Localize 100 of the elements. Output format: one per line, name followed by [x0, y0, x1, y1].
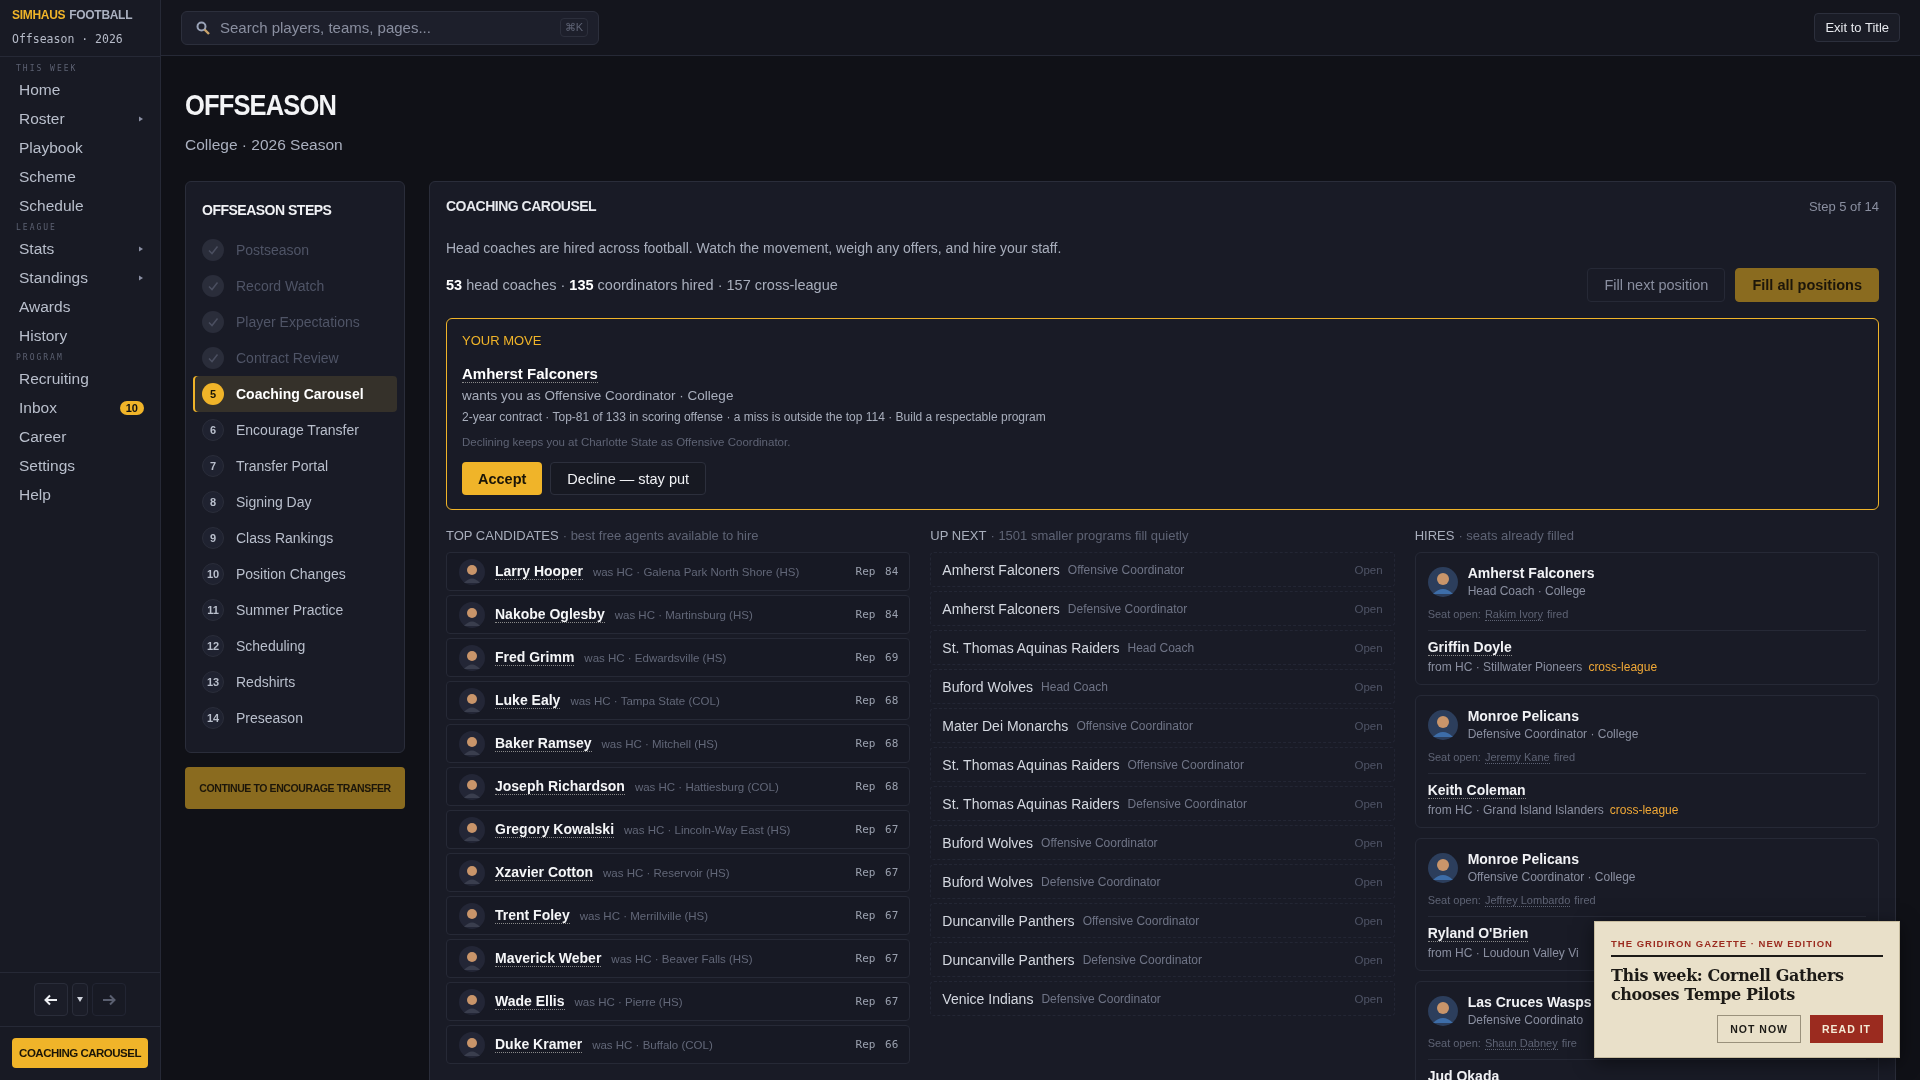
step-item[interactable]: 14 Preseason [193, 700, 397, 736]
candidate-row[interactable]: Duke Kramer was HC · Buffalo (COL) Rep 66 [446, 1025, 911, 1064]
nav-item[interactable]: Recruiting [0, 364, 160, 393]
status-text: Open [1354, 875, 1383, 888]
caret-down-icon [77, 997, 83, 1002]
search-input[interactable]: Search players, teams, pages... [218, 18, 552, 37]
description-text: Head coaches are hired across football. Watch the movement, weigh any offers, and hire your staff. [446, 240, 1063, 256]
accept-button[interactable]: Accept [462, 462, 543, 495]
candidate-row[interactable]: Larry Hooper was HC · Galena Park North Shore (HS) Rep 84 [446, 552, 911, 591]
candidate-row[interactable]: Luke Ealy was HC · Tampa State (COL) Rep 68 [446, 681, 911, 720]
coach-name-link[interactable]: Fred Grimm [495, 649, 575, 666]
coach-name-link[interactable]: Keith Coleman [1427, 782, 1526, 799]
step-item[interactable]: 6 Encourage Transfer [193, 412, 397, 448]
nav-item[interactable]: Inbox 10 [0, 393, 160, 422]
coach-name-link[interactable]: Nakobe Oglesby [495, 606, 605, 623]
exit-button[interactable]: Exit to Title [1814, 13, 1900, 42]
search-icon [196, 20, 210, 35]
fill-button[interactable]: Fill next position [1587, 268, 1726, 302]
section-label: YOUR MOVE [462, 333, 542, 348]
team-name: St. Thomas Aquinas Raiders [942, 795, 1120, 812]
status-text: Open [1354, 992, 1383, 1005]
candidate-row[interactable]: Maverick Weber was HC · Beaver Falls (HS) Rep 67 [446, 939, 911, 978]
reputation-value: Rep 67 [855, 823, 899, 836]
history-dropdown-button[interactable] [72, 983, 88, 1016]
avatar-icon [459, 558, 485, 585]
current-page-button[interactable]: COACHING CAROUSEL [12, 1038, 148, 1068]
nav-item[interactable]: Standings [0, 263, 160, 292]
card-title: COACHING CAROUSEL [446, 198, 597, 214]
status-text: Open [1354, 797, 1383, 810]
coach-name-link[interactable]: Joseph Richardson [495, 778, 625, 795]
position-name: Defensive Coordinator [1127, 796, 1247, 811]
coach-name-link[interactable]: Larry Hooper [495, 563, 583, 580]
reputation-value: Rep 66 [855, 1038, 899, 1051]
step-item[interactable]: 11 Summer Practice [193, 592, 397, 628]
coach-name-link[interactable]: Maverick Weber [495, 950, 602, 967]
nav-item[interactable]: Home [0, 75, 160, 104]
team-name: St. Thomas Aquinas Raiders [942, 639, 1120, 656]
reputation-value: Rep 68 [855, 780, 899, 793]
team-name: Buford Wolves [942, 678, 1034, 695]
status-text: Open [1354, 719, 1383, 732]
coach-name-link[interactable]: Duke Kramer [495, 1036, 583, 1053]
step-number: 6 [202, 419, 224, 441]
candidate-row[interactable]: Wade Ellis was HC · Pierre (HS) Rep 67 [446, 982, 911, 1021]
continue-button[interactable]: CONTINUE TO ENCOURAGE TRANSFER [185, 767, 405, 809]
dismiss-button[interactable]: NOT NOW [1717, 1015, 1801, 1043]
nav-item[interactable]: Settings [0, 451, 160, 480]
step-item[interactable]: 5 Coaching Carousel [193, 376, 397, 412]
candidate-row[interactable]: Joseph Richardson was HC · Hattiesburg (COL) Rep 68 [446, 767, 911, 806]
step-item[interactable]: 8 Signing Day [193, 484, 397, 520]
team-name: Buford Wolves [942, 873, 1034, 890]
nav-item[interactable]: History [0, 321, 160, 350]
nav-item[interactable]: Schedule [0, 191, 160, 220]
nav-item[interactable]: Help [0, 480, 160, 509]
avatar-icon [459, 687, 485, 714]
candidate-row[interactable]: Gregory Kowalski was HC · Lincoln-Way East (HS) Rep 67 [446, 810, 911, 849]
nav-item[interactable]: Roster [0, 104, 160, 133]
coach-name-link[interactable]: Baker Ramsey [495, 735, 592, 752]
coach-name-link[interactable]: Trent Foley [495, 907, 570, 924]
coach-name-link[interactable]: Xzavier Cotton [495, 864, 593, 881]
avatar-icon [459, 902, 485, 929]
coach-name-link[interactable]: Ryland O'Brien [1427, 925, 1529, 942]
nav-item[interactable]: Stats [0, 234, 160, 263]
seat-status: fired [1546, 608, 1569, 621]
position-name: Defensive Coordinator [1041, 874, 1161, 889]
candidate-row[interactable]: Nakobe Oglesby was HC · Martinsburg (HS) Rep 84 [446, 595, 911, 634]
avatar-icon [459, 1031, 485, 1058]
nav-item[interactable]: Career [0, 422, 160, 451]
nav-section-label: LEAGUE [15, 222, 58, 234]
coach-name-link[interactable]: Gregory Kowalski [495, 821, 615, 838]
decline-button[interactable]: Decline — stay put [550, 462, 707, 495]
popup-kicker: THE GRIDIRON GAZETTE · NEW EDITION [1611, 938, 1883, 958]
nav-item[interactable]: Scheme [0, 162, 160, 191]
nav-item[interactable]: Playbook [0, 133, 160, 162]
fill-button[interactable]: Fill all positions [1735, 268, 1879, 302]
coach-origin: was HC · Tampa State (COL) [570, 694, 720, 707]
read-button[interactable]: READ IT [1810, 1015, 1883, 1043]
candidate-row[interactable]: Trent Foley was HC · Merrillville (HS) Rep 67 [446, 896, 911, 935]
coach-origin: was HC · Mitchell (HS) [601, 737, 718, 750]
step-item[interactable]: 9 Class Rankings [193, 520, 397, 556]
step-item[interactable]: 12 Scheduling [193, 628, 397, 664]
coach-name-link[interactable]: Griffin Doyle [1427, 639, 1512, 656]
coach-name-link[interactable]: Wade Ellis [495, 993, 565, 1010]
coach-origin: was HC · Edwardsville (HS) [584, 651, 727, 664]
step-item[interactable]: 7 Transfer Portal [193, 448, 397, 484]
right-arrow-icon [102, 993, 116, 1006]
status-text: Open [1354, 914, 1383, 927]
team-link[interactable]: Amherst Falconers [462, 365, 598, 383]
avatar-icon [1427, 709, 1458, 740]
coach-name-link[interactable]: Luke Ealy [495, 692, 561, 709]
back-button[interactable] [34, 983, 68, 1016]
position-name: Offensive Coordinator [1041, 835, 1158, 850]
candidate-row[interactable]: Fred Grimm was HC · Edwardsville (HS) Rep 69 [446, 638, 911, 677]
cross-league-tag: cross-league [1609, 803, 1679, 817]
step-item[interactable]: 10 Position Changes [193, 556, 397, 592]
cross-league-tag: cross-league [1588, 660, 1658, 674]
nav-item[interactable]: Awards [0, 292, 160, 321]
step-item[interactable]: 13 Redshirts [193, 664, 397, 700]
column-heading: TOP CANDIDATES [446, 528, 559, 543]
candidate-row[interactable]: Baker Ramsey was HC · Mitchell (HS) Rep 68 [446, 724, 911, 763]
candidate-row[interactable]: Xzavier Cotton was HC · Reservoir (HS) Rep 67 [446, 853, 911, 892]
